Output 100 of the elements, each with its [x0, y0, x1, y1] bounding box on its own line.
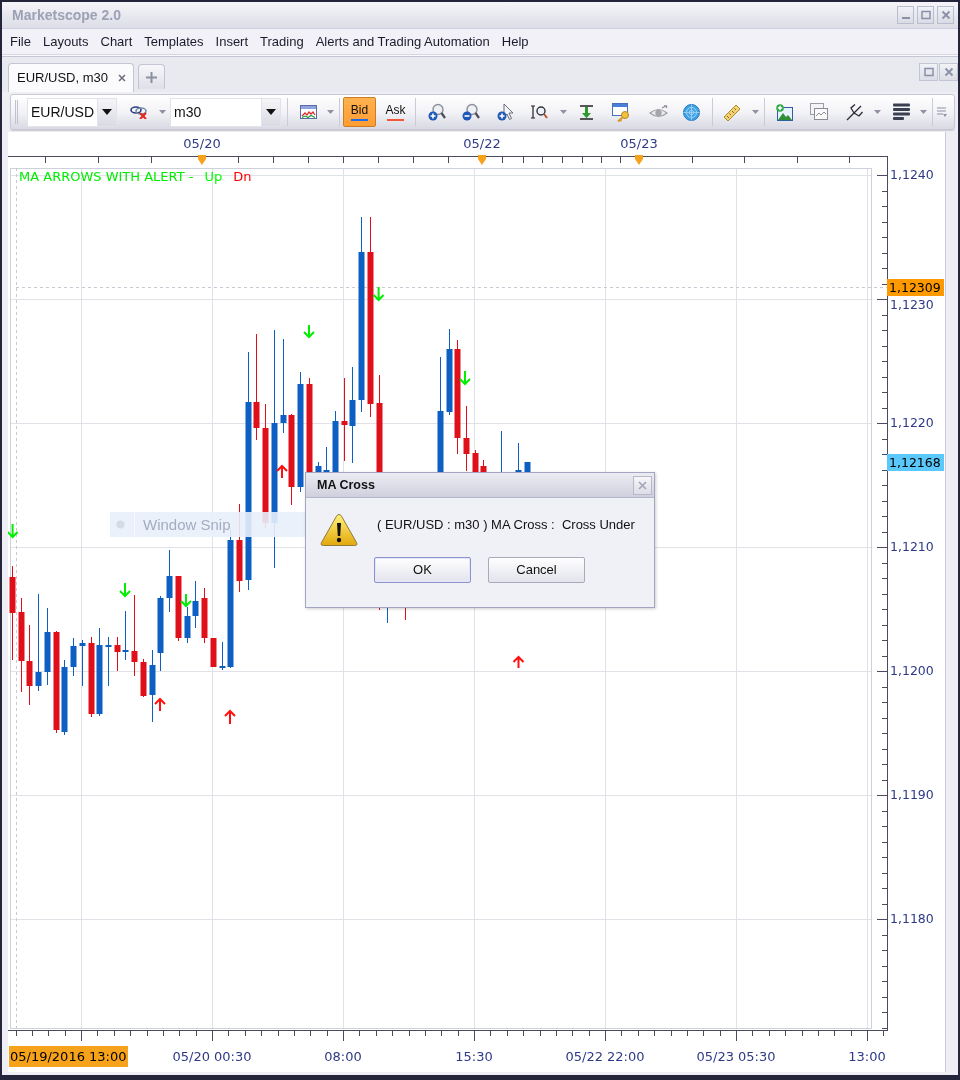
zoom-out-icon[interactable] [462, 103, 480, 121]
time-axis-label: 05/23 05:30 [696, 1049, 776, 1065]
ruler-icon[interactable] [723, 103, 741, 121]
price-tag: 1,12309 [887, 278, 944, 296]
candle [166, 550, 173, 612]
marker-icon [635, 155, 643, 165]
timeframe-combobox[interactable]: m30 [170, 97, 281, 127]
window-title: Marketscope 2.0 [12, 5, 121, 25]
window-chart-icon[interactable] [810, 102, 828, 122]
menu-item[interactable]: Trading [254, 33, 310, 50]
candle [140, 659, 147, 697]
eye-icon[interactable] [649, 105, 668, 119]
overflow-icon[interactable] [937, 107, 947, 117]
up-arrow-marker [224, 709, 236, 725]
chart-window-icon[interactable] [300, 105, 317, 119]
candle [201, 588, 208, 643]
window-key-icon[interactable] [612, 102, 631, 122]
up-arrow-marker [154, 697, 166, 712]
snip-label: Window Snip [143, 515, 231, 534]
list-icon[interactable] [893, 103, 910, 121]
marker-icon [478, 155, 486, 165]
date-axis-label: 05/22 [463, 136, 501, 152]
candle [515, 443, 522, 472]
price-axis-label: 1,1210 [890, 539, 934, 555]
zoom-in-icon[interactable] [428, 103, 446, 121]
time-axis-label: 15:30 [455, 1049, 493, 1065]
ask-button[interactable]: Ask [379, 97, 412, 127]
globe-icon[interactable] [683, 103, 700, 121]
candle [105, 637, 112, 686]
up-arrow-marker [512, 655, 525, 669]
close-icon[interactable] [638, 480, 647, 490]
close-button[interactable] [937, 6, 954, 24]
price-tag: 1,12168 [887, 453, 944, 471]
bid-button[interactable]: Bid [343, 97, 376, 127]
price-axis-label: 1,1190 [890, 787, 934, 803]
close-button[interactable] [939, 63, 958, 81]
menu-item[interactable]: Templates [138, 33, 210, 50]
time-axis-label: 13:00 [848, 1049, 886, 1065]
dialog-title: MA Cross [317, 476, 375, 494]
legend-label: Dn [233, 169, 252, 185]
cancel-button[interactable]: Cancel [488, 557, 585, 583]
legend-label: Up [204, 169, 223, 185]
maximize-icon[interactable] [920, 10, 931, 20]
close-icon[interactable] [940, 10, 951, 20]
candle [79, 640, 86, 686]
down-arrow-marker [459, 370, 471, 386]
menu-item[interactable]: Alerts and Trading Automation [309, 33, 496, 50]
down-arrow-marker [372, 286, 385, 302]
close-icon[interactable] [118, 74, 127, 82]
price-axis-label: 1,1240 [890, 167, 934, 183]
time-axis-label: 05/22 22:00 [565, 1049, 645, 1065]
dialog-message: ( EUR/USD : m30 ) MA Cross : Cross Under [377, 517, 635, 533]
date-axis-label: 05/20 [183, 136, 221, 152]
legend-title: MA ARROWS WITH ALERT - [19, 169, 194, 185]
vertical-arrow-icon[interactable] [579, 104, 594, 120]
up-arrow-marker [276, 464, 288, 479]
ok-button[interactable]: OK [374, 557, 471, 583]
caret-icon[interactable] [266, 109, 276, 115]
menu-item[interactable]: Layouts [36, 33, 95, 50]
candle [332, 411, 339, 472]
close-button[interactable] [633, 475, 652, 495]
price-axis-label: 1,1230 [890, 296, 934, 313]
chain-x-icon[interactable] [130, 105, 148, 119]
menu-item[interactable]: Insert [209, 33, 255, 50]
price-axis-label: 1,1180 [890, 911, 934, 927]
menu-item[interactable]: Help [495, 33, 535, 50]
maximize-icon[interactable] [923, 67, 934, 77]
caret-icon[interactable] [102, 109, 112, 115]
picture-plus-icon[interactable] [776, 103, 793, 121]
candle [70, 638, 77, 676]
magnifier-bar-icon[interactable] [531, 105, 548, 119]
chart-tab[interactable]: EUR/USD, m30 [8, 63, 135, 92]
time-axis-label: 08:00 [324, 1049, 362, 1065]
close-icon[interactable] [943, 67, 954, 77]
maximize-button[interactable] [917, 6, 934, 24]
cursor-time-label: 05/19/2016 13:00 [9, 1046, 128, 1067]
pitchfork-icon[interactable] [846, 103, 863, 121]
candle [463, 406, 470, 471]
minimize-button[interactable] [897, 6, 914, 24]
candle [210, 638, 217, 667]
maximize-button[interactable] [919, 63, 938, 81]
price-axis-label: 1,1200 [890, 663, 934, 679]
down-arrow-marker [180, 593, 192, 608]
symbol-combobox[interactable]: EUR/USD [27, 97, 117, 127]
grip-handle-icon[interactable] [15, 100, 19, 124]
price-axis-label: 1,1220 [890, 415, 934, 431]
down-arrow-marker [8, 523, 19, 539]
time-axis-label: 05/20 00:30 [172, 1049, 252, 1065]
plus-icon[interactable] [146, 71, 158, 83]
new-tab-button[interactable] [138, 64, 166, 89]
menu-item[interactable]: Chart [94, 33, 139, 50]
cursor-plus-icon[interactable] [497, 103, 514, 121]
menu-item[interactable]: File [4, 33, 37, 50]
date-axis-label: 05/23 [620, 136, 658, 152]
marker-icon [198, 155, 206, 165]
down-arrow-marker [303, 324, 315, 339]
candle [524, 462, 531, 472]
candle [175, 576, 182, 641]
warning-icon [320, 513, 358, 547]
down-arrow-marker [119, 582, 131, 598]
